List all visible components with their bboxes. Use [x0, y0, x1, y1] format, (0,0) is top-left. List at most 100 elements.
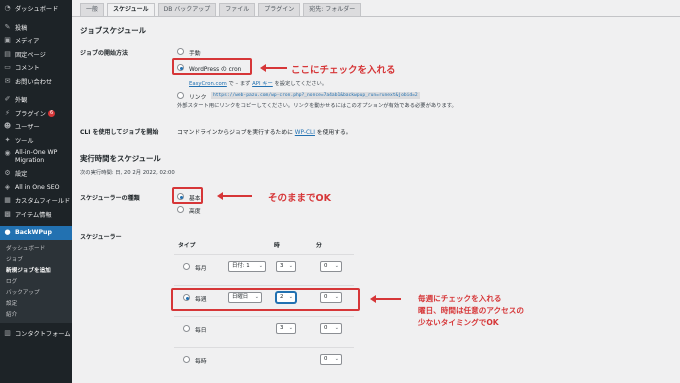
sidebar-item-dashboard[interactable]: ◔ ダッシュボード: [0, 2, 72, 16]
submenu-backups[interactable]: バックアップ: [0, 287, 72, 298]
tab-db-backup[interactable]: DB バックアップ: [157, 3, 217, 16]
sidebar-item-comments[interactable]: ▭ コメント: [0, 61, 72, 75]
chevron-down-icon: ⌄: [288, 263, 293, 269]
mail-icon: ✉: [4, 76, 11, 85]
monthly-day-select[interactable]: 日付: 1 ⌄: [228, 261, 266, 272]
sidebar-item-custom-fields[interactable]: ▦ カスタムフィールド: [0, 194, 72, 208]
sidebar-item-plugins[interactable]: ⚡ プラグイン 6: [0, 107, 72, 121]
contact-form-icon: ▥: [4, 328, 11, 337]
radio-manual-label: 手動: [189, 51, 201, 57]
sidebar-item-item-info[interactable]: ▩ アイテム情報: [0, 208, 72, 222]
sidebar-item-migration[interactable]: ◉ All-in-One WP Migration: [0, 147, 72, 167]
sidebar-item-settings[interactable]: ⚙ 設定: [0, 167, 72, 181]
radio-monthly[interactable]: [183, 263, 190, 270]
sidebar-item-tools[interactable]: ✦ ツール: [0, 134, 72, 148]
chevron-down-icon: ⌄: [288, 325, 293, 331]
wrench-icon: ✦: [4, 135, 11, 144]
sidebar-item-media[interactable]: ▣ メディア: [0, 34, 72, 48]
start-method-label: ジョブの開始方法: [80, 50, 129, 57]
sidebar-item-users[interactable]: ☻ ユーザー: [0, 120, 72, 134]
row-hourly-label: 毎時: [195, 359, 207, 365]
backwpup-icon: ●: [4, 228, 11, 237]
row-daily: 毎日 3 ⌄ 0 ⌄: [174, 316, 354, 339]
comment-icon: ▭: [4, 63, 11, 72]
submenu-settings[interactable]: 設定: [0, 298, 72, 309]
scheduler-type-label: スケジューラーの種類: [80, 195, 140, 202]
sidebar-item-seo[interactable]: ◈ All in One SEO: [0, 181, 72, 195]
cli-text: コマンドラインからジョブを実行するために WP-CLI を使用する。: [177, 130, 352, 136]
daily-minute-select[interactable]: 0 ⌄: [320, 323, 342, 334]
sidebar-item-contact-form[interactable]: ▥ コンタクトフォーム: [0, 327, 72, 341]
admin-sidebar: ◔ ダッシュボード ✎ 投稿 ▣ メディア ▤ 固定ページ ▭ コメント ✉ お問い合わせ …: [0, 0, 72, 383]
scheduler-label: スケジューラー: [80, 234, 122, 241]
chevron-down-icon: ⌄: [258, 263, 263, 269]
col-min-header: 分: [316, 243, 322, 249]
row-hourly: 毎時 0 ⌄: [174, 347, 354, 370]
wp-cli-link[interactable]: WP-CLI: [295, 130, 315, 136]
sidebar-item-appearance[interactable]: ✐ 外観: [0, 93, 72, 107]
sidebar-item-pages[interactable]: ▤ 固定ページ: [0, 48, 72, 62]
daily-hour-select[interactable]: 3 ⌄: [276, 323, 296, 334]
submenu-logs[interactable]: ログ: [0, 276, 72, 287]
tab-plugins[interactable]: プラグイン: [258, 3, 301, 16]
sidebar-item-backwpup[interactable]: ● BackWPup: [0, 226, 72, 240]
job-schedule-heading: ジョブスケジュール: [80, 26, 146, 35]
radio-link[interactable]: [177, 92, 184, 99]
row-monthly-label: 毎月: [195, 266, 207, 272]
run-schedule-heading: 実行時間をスケジュール: [80, 154, 161, 163]
radio-hourly[interactable]: [183, 356, 190, 363]
radio-manual[interactable]: [177, 48, 184, 55]
monthly-hour-select[interactable]: 3 ⌄: [276, 261, 296, 272]
media-icon: ▣: [4, 36, 11, 45]
external-start-url[interactable]: https://web-pazu.com/wp-cron.php?_nonce=…: [211, 92, 420, 99]
highlight-basic: [172, 187, 203, 204]
tab-files[interactable]: ファイル: [219, 3, 256, 16]
radio-daily[interactable]: [183, 325, 190, 332]
page-icon: ▤: [4, 49, 11, 58]
hourly-minute-select[interactable]: 0 ⌄: [320, 354, 342, 365]
easycron-link[interactable]: EasyCron.com: [189, 81, 227, 87]
easycron-note: EasyCron.com で – まず API キー を設定してください。: [189, 81, 328, 87]
migration-icon: ◉: [4, 149, 11, 157]
settings-icon: ⚙: [4, 169, 11, 178]
update-count-badge: 6: [47, 109, 56, 117]
job-tabs: 一般 スケジュール DB バックアップ ファイル プラグイン 宛先: フォルダー: [80, 3, 362, 16]
pin-icon: ✎: [4, 22, 11, 31]
item-icon: ▩: [4, 209, 11, 218]
chevron-down-icon: ⌄: [334, 263, 339, 269]
sidebar-item-contact[interactable]: ✉ お問い合わせ: [0, 75, 72, 89]
radio-advanced[interactable]: [177, 206, 184, 213]
dashboard-icon: ◔: [4, 4, 11, 13]
link-description: 外部スタート用にリンクをコピーしてください。リンクを動かせるにはこのオプションが…: [177, 103, 457, 109]
tab-schedule[interactable]: スケジュール: [107, 3, 155, 16]
chevron-down-icon: ⌄: [334, 325, 339, 331]
fields-icon: ▦: [4, 196, 11, 205]
next-run-time: 次の実行時間: 日, 20 2月 2022, 02:00: [80, 170, 175, 176]
user-icon: ☻: [3, 122, 12, 131]
row-daily-label: 毎日: [195, 328, 207, 334]
annotation-arrow-cron: [260, 64, 287, 72]
annotation-arrow-weekly: [370, 295, 401, 303]
monthly-minute-select[interactable]: 0 ⌄: [320, 261, 342, 272]
submenu-jobs[interactable]: ジョブ: [0, 254, 72, 265]
submenu-referral[interactable]: 紹介: [0, 309, 72, 320]
col-hour-header: 時: [274, 243, 280, 249]
highlight-wpcron: [172, 58, 252, 75]
sidebar-item-posts[interactable]: ✎ 投稿: [0, 21, 72, 35]
backwpup-submenu: ダッシュボード ジョブ 新規ジョブを追加 ログ バックアップ 設定 紹介: [0, 239, 72, 323]
col-type-header: タイプ: [178, 243, 196, 249]
cli-label: CLI を使用してジョブを開始: [80, 129, 159, 136]
chevron-down-icon: ⌄: [334, 356, 339, 362]
radio-advanced-label: 高度: [189, 209, 201, 215]
api-key-link[interactable]: API キー: [252, 81, 273, 87]
submenu-add-new-job[interactable]: 新規ジョブを追加: [0, 265, 72, 276]
radio-link-label: リンク: [189, 95, 207, 101]
plugin-icon: ⚡: [5, 108, 10, 117]
tab-general[interactable]: 一般: [80, 3, 105, 16]
annotation-arrow-basic: [217, 192, 252, 200]
annotation-cron: ここにチェックを入れる: [291, 65, 396, 76]
tab-destination-folder[interactable]: 宛先: フォルダー: [303, 3, 362, 16]
submenu-dashboard[interactable]: ダッシュボード: [0, 243, 72, 254]
annotation-weekly: 毎週にチェックを入れる 曜日、時間は任意のアクセスの 少ないタイミングでOK: [418, 294, 524, 327]
seo-icon: ◈: [4, 182, 11, 191]
